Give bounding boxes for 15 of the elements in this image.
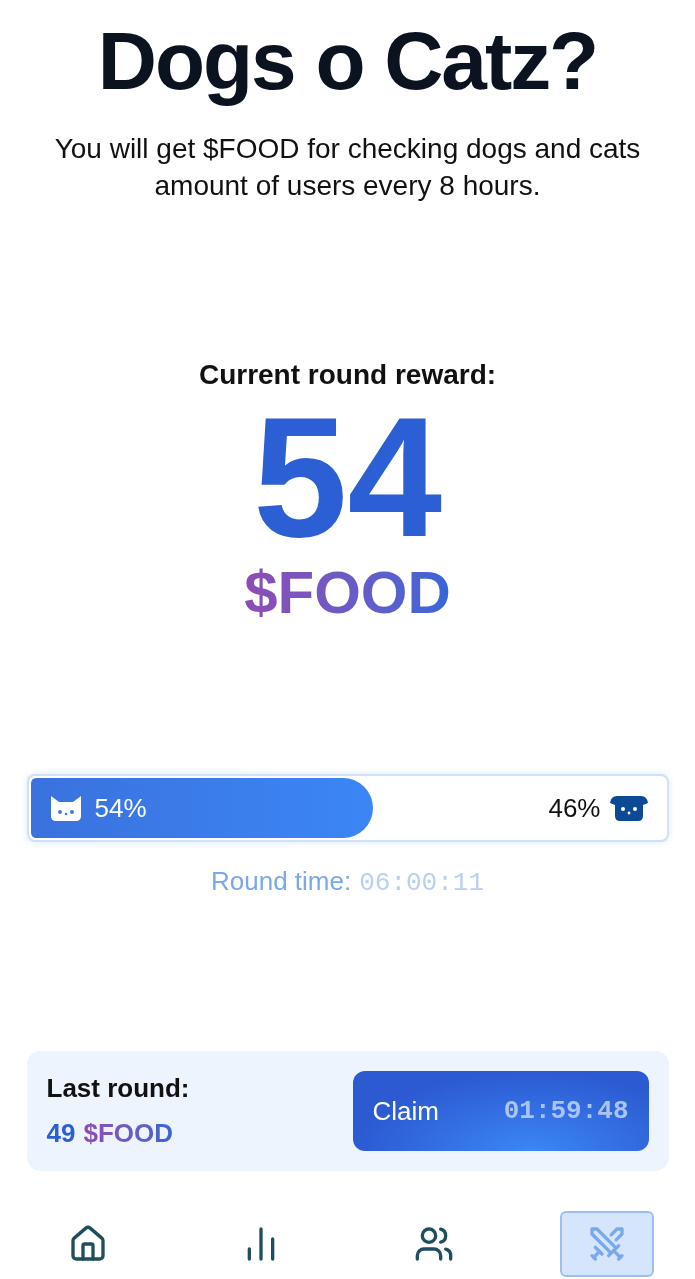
- page-subtitle: You will get $FOOD for checking dogs and cats amount of users every 8 hours.: [53, 132, 642, 203]
- last-round-label: Last round:: [46, 1072, 190, 1105]
- claim-timer: 01:59:48: [503, 1094, 629, 1128]
- dog-icon: [608, 794, 649, 822]
- dogs-percent: 46%: [548, 791, 601, 825]
- round-time-label: Round time:: [211, 865, 352, 898]
- users-icon: [414, 1224, 455, 1264]
- reward-amount: 54: [252, 402, 443, 552]
- claim-button[interactable]: Claim 01:59:48: [352, 1071, 649, 1151]
- last-round-amount: 49: [46, 1117, 76, 1150]
- reward-label: Current round reward:: [198, 358, 497, 392]
- cats-percent: 54%: [94, 791, 147, 825]
- round-time-value: 06:00:11: [359, 867, 484, 900]
- cat-icon: [48, 794, 83, 822]
- page-title: Dogs o Catz?: [97, 14, 598, 108]
